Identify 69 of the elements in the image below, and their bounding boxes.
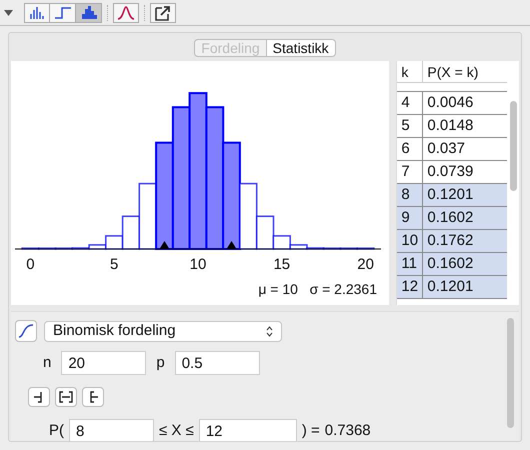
dropdown-triangle-icon[interactable] xyxy=(4,10,13,16)
table-row[interactable]: 12 0.1201 xyxy=(397,276,508,299)
scrollbar[interactable] xyxy=(510,101,517,191)
table-row[interactable]: 10 0.1762 xyxy=(397,230,508,253)
probability-result: 0.7368 xyxy=(324,420,371,441)
axis-tick-label: 10 xyxy=(190,256,206,273)
table-row[interactable]: 4 0.0046 xyxy=(397,92,508,115)
distribution-dropdown[interactable]: Binomisk fordeling xyxy=(44,320,282,342)
view-toggle[interactable] xyxy=(113,2,139,22)
interval-marker-icon[interactable] xyxy=(159,241,170,249)
histogram-icon xyxy=(80,4,98,20)
cumulative-toggle[interactable] xyxy=(15,320,37,342)
view-toggle[interactable] xyxy=(150,2,176,22)
interval-mode-button[interactable] xyxy=(55,387,77,407)
step-chart-icon xyxy=(54,4,72,20)
view-toggle[interactable] xyxy=(76,2,102,22)
axis-tick-label: 5 xyxy=(110,256,118,273)
table-cell: 7 xyxy=(397,161,424,183)
table-cell: 12 xyxy=(397,276,424,298)
interval-brackets-icon xyxy=(58,389,74,405)
table-cell-text: 0.0739 xyxy=(426,162,474,182)
mean-sd-text: μ = 10 σ = 2.2361 xyxy=(258,280,377,299)
view-toggle[interactable] xyxy=(50,2,76,22)
table-cell: 4 xyxy=(397,92,424,114)
parameter-label: p xyxy=(156,352,165,373)
table-cell: 6 xyxy=(397,138,424,160)
equals-label: ) = xyxy=(302,420,320,441)
table-cell-text: 0.037 xyxy=(426,139,466,159)
table-row[interactable]: 7 0.0739 xyxy=(397,161,508,184)
bound-field[interactable]: 8 xyxy=(69,419,154,441)
scrollbar[interactable] xyxy=(506,318,514,428)
chevrons-icon xyxy=(266,326,273,336)
table-cell: 8 xyxy=(397,184,424,206)
table-cell: 11 xyxy=(397,253,424,275)
table-cell-text: 0.1201 xyxy=(426,185,474,205)
interval-mode-button[interactable] xyxy=(28,387,50,407)
column-header[interactable]: P(X = k) xyxy=(423,61,508,82)
parameter-field[interactable]: 0.5 xyxy=(174,351,260,375)
parameter-label: n xyxy=(43,352,52,373)
parameter-field[interactable]: 20 xyxy=(61,351,146,375)
column-header[interactable]: k xyxy=(397,61,424,82)
bell-curve-icon xyxy=(117,4,135,20)
table-cell-text: 0.1201 xyxy=(426,277,474,297)
table-row[interactable]: 5 0.0148 xyxy=(397,115,508,138)
table-cell-text: 0.0046 xyxy=(426,93,474,113)
bound-field[interactable]: 12 xyxy=(198,419,297,441)
table-cell-text: 0.0148 xyxy=(426,116,474,136)
tab[interactable]: Statistikk xyxy=(266,39,336,57)
interval-marker-icon[interactable] xyxy=(226,241,237,249)
table-row[interactable]: 11 0.1602 xyxy=(397,253,508,276)
table-row[interactable]: 8 0.1201 xyxy=(397,184,508,207)
interval-mode-button[interactable] xyxy=(82,387,104,407)
probability-label: P( xyxy=(49,420,64,441)
axis-tick-label: 0 xyxy=(26,256,35,273)
table-row[interactable]: 9 0.1602 xyxy=(397,207,508,230)
inequality-label: ≤ X ≤ xyxy=(159,420,194,441)
view-toggle[interactable] xyxy=(24,2,50,22)
table-cell-text: 0.1602 xyxy=(426,254,474,274)
axis-tick-label: 15 xyxy=(273,256,290,273)
s-curve-icon xyxy=(18,324,34,338)
table-row[interactable]: 6 0.037 xyxy=(397,138,508,161)
table-cell: 5 xyxy=(397,115,424,137)
bars-icon xyxy=(28,4,46,20)
table-cell-text: 0.1762 xyxy=(426,231,474,251)
table-cell: 9 xyxy=(397,207,424,229)
table-cell: 10 xyxy=(397,230,424,252)
axis-tick-label: 20 xyxy=(357,256,374,273)
export-icon xyxy=(154,4,172,20)
table-cell-text: 0.1602 xyxy=(426,208,474,228)
